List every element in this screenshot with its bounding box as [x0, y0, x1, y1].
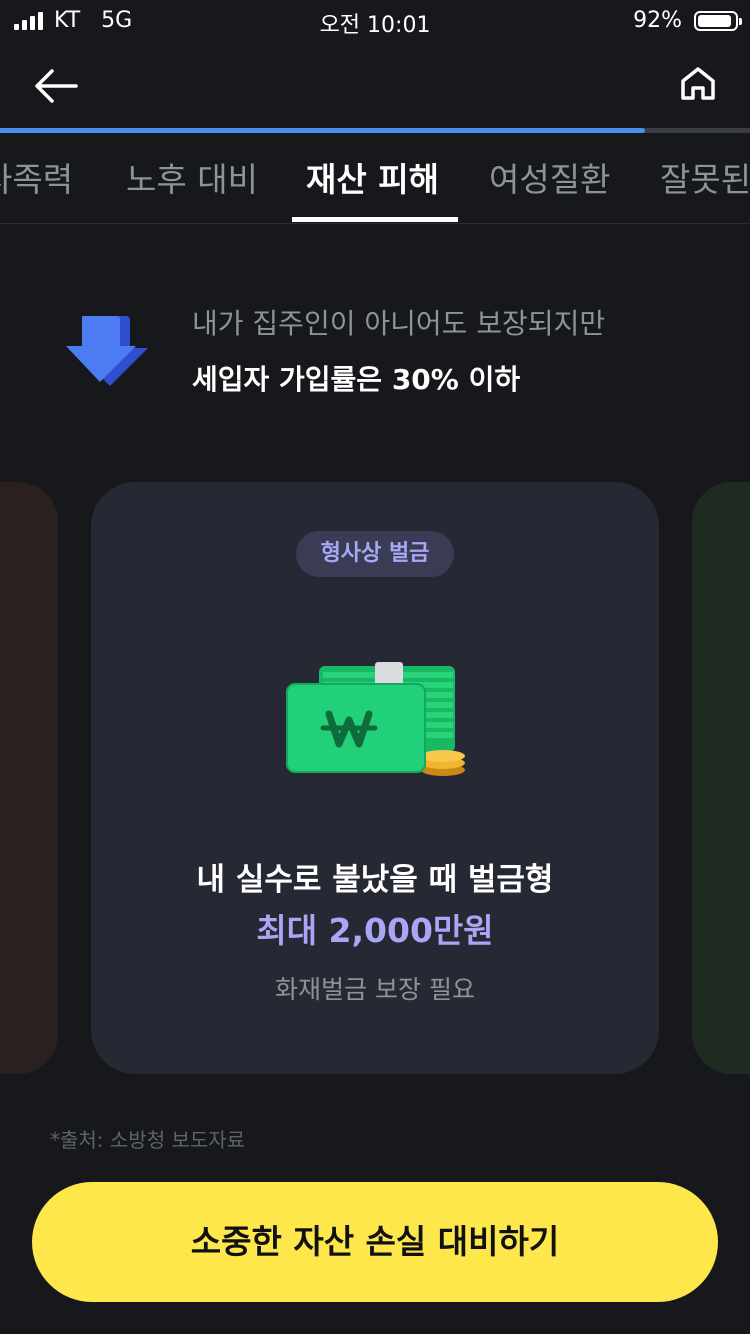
status-bar: KT 5G 오전 10:01 92%: [0, 0, 750, 44]
card-title: 내 실수로 불났을 때 벌금형: [196, 862, 554, 898]
money-wallet-icon: [286, 662, 465, 776]
cta-button[interactable]: 소중한 자산 손실 대비하기: [32, 1182, 718, 1302]
screen: KT 5G 오전 10:01 92% 사족력 노후 대비 재산 피해 여성질환 …: [0, 0, 750, 1334]
home-button[interactable]: [676, 62, 720, 106]
next-card[interactable]: [692, 482, 750, 1074]
prev-card[interactable]: [0, 482, 58, 1074]
notice-text: 내가 집주인이 아니어도 보장되지만: [192, 307, 606, 340]
info-card[interactable]: 형사상 벌금 내 실수로 불났을 때 벌금형 최대 2,000만원 화재벌금 보…: [91, 482, 659, 1074]
card-note: 화재벌금 보장 필요: [275, 975, 475, 1004]
tab-retirement[interactable]: 노후 대비: [126, 153, 258, 201]
tab-property-damage[interactable]: 재산 피해: [306, 153, 439, 201]
active-tab-indicator: [292, 217, 458, 222]
tab-family-history[interactable]: 사족력: [0, 153, 73, 201]
battery-icon: [694, 11, 742, 31]
down-arrow-icon: [66, 316, 148, 386]
battery-percent: 92%: [633, 8, 682, 33]
notice-highlight: 세입자 가입률은 30% 이하: [192, 363, 521, 396]
home-icon: [681, 67, 715, 100]
category-badge: 형사상 벌금: [296, 531, 454, 577]
source-note: *출처: 소방청 보도자료: [50, 1128, 246, 1152]
tab-womens-disease[interactable]: 여성질환: [489, 153, 610, 201]
tab-wrong[interactable]: 잘못된: [660, 153, 750, 201]
category-tabs: 사족력 노후 대비 재산 피해 여성질환 잘못된: [0, 133, 750, 224]
arrow-left-icon: [35, 69, 78, 103]
nav-bar: [0, 44, 750, 128]
back-button[interactable]: [30, 62, 82, 110]
coverage-amount: 최대 2,000만원: [256, 911, 494, 950]
